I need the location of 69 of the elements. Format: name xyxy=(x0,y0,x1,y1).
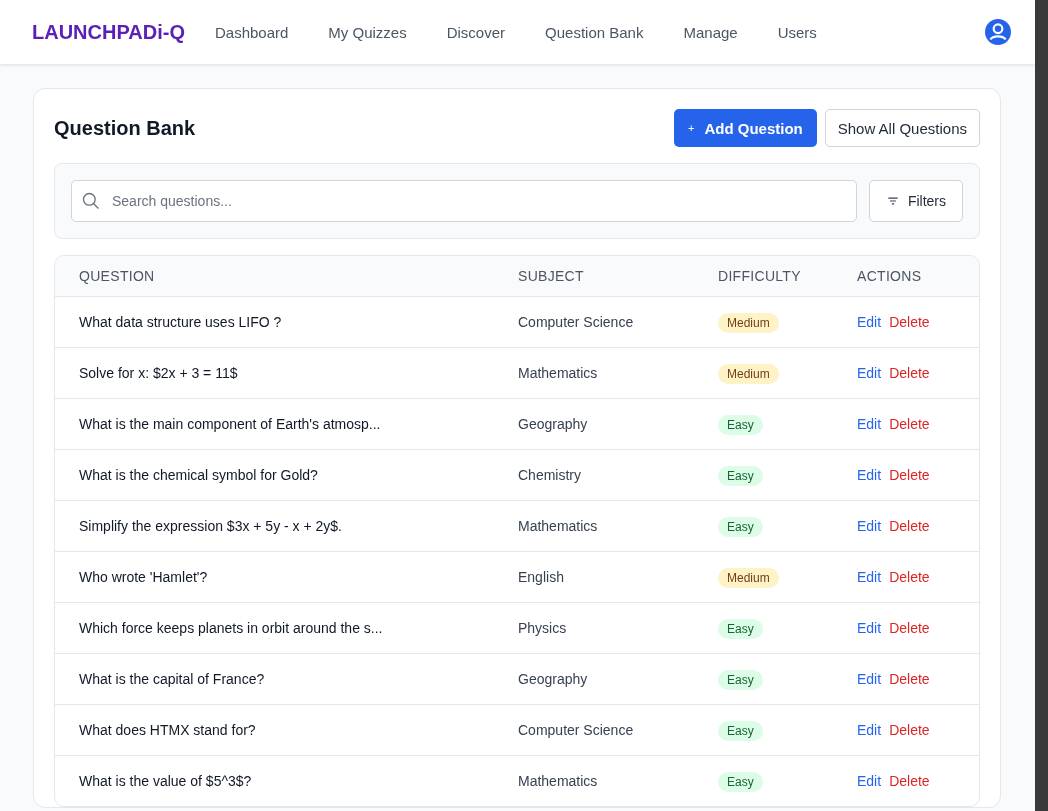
scrollbar[interactable] xyxy=(1035,0,1048,811)
nav-link[interactable]: Users xyxy=(757,23,837,41)
edit-link[interactable]: Edit xyxy=(857,365,882,381)
table-cell-text: Which force keeps planets in orbit around the s... xyxy=(79,620,384,636)
difficulty-badge: Easy xyxy=(718,466,763,486)
delete-link[interactable]: Delete xyxy=(889,467,930,483)
filters-button[interactable]: Filters xyxy=(868,180,963,222)
edit-link[interactable]: Edit xyxy=(857,314,882,330)
page-title: Question Bank xyxy=(54,116,196,140)
table-cell-text: Geography xyxy=(518,416,589,432)
column-header: ACTIONS xyxy=(857,268,923,284)
show-all-questions-button[interactable]: Show All Questions xyxy=(824,109,980,147)
difficulty-badge: Easy xyxy=(718,670,763,690)
delete-link[interactable]: Delete xyxy=(889,620,930,636)
nav-link[interactable]: My Quizzes xyxy=(308,23,427,41)
column-header: SUBJECT xyxy=(518,268,585,284)
table-cell-text: Chemistry xyxy=(518,467,582,483)
table-cell-text: Solve for x: $2x + 3 = 11$ xyxy=(79,365,239,381)
delete-link[interactable]: Delete xyxy=(889,314,930,330)
table-cell-text: Mathematics xyxy=(518,518,599,534)
delete-link[interactable]: Delete xyxy=(889,671,930,687)
table-cell-text: What is the value of $5^3$? xyxy=(79,773,253,789)
delete-link[interactable]: Delete xyxy=(889,416,930,432)
difficulty-badge: Medium xyxy=(718,364,779,384)
edit-link[interactable]: Edit xyxy=(857,416,882,432)
delete-link[interactable]: Delete xyxy=(889,518,930,534)
edit-link[interactable]: Edit xyxy=(857,773,882,789)
delete-link[interactable]: Delete xyxy=(889,773,930,789)
delete-link[interactable]: Delete xyxy=(889,365,930,381)
table-cell-text: Computer Science xyxy=(518,722,635,738)
table-cell-text: What is the main component of Earth's atmosp... xyxy=(79,416,382,432)
table-cell-text: Computer Science xyxy=(518,314,635,330)
brand-logo[interactable]: LAUNCHPADi-Q xyxy=(32,20,185,44)
column-header: QUESTION xyxy=(79,268,156,284)
difficulty-badge: Easy xyxy=(718,721,763,741)
table-cell-text: What is the chemical symbol for Gold? xyxy=(79,467,319,483)
nav-link[interactable]: Dashboard xyxy=(194,23,309,41)
difficulty-badge: Medium xyxy=(718,568,779,588)
filter-icon xyxy=(885,194,900,208)
nav-link[interactable]: Question Bank xyxy=(525,23,664,41)
table-cell-text: English xyxy=(518,569,565,585)
nav-link[interactable]: Manage xyxy=(663,23,758,41)
table-cell-text: What data structure uses LIFO ? xyxy=(79,314,283,330)
table-cell-text: Mathematics xyxy=(518,773,599,789)
nav-link[interactable]: Discover xyxy=(426,23,526,41)
table-cell-text: Who wrote 'Hamlet'? xyxy=(79,569,209,585)
column-header: DIFFICULTY xyxy=(718,268,802,284)
delete-link[interactable]: Delete xyxy=(889,569,930,585)
table-cell-text: Physics xyxy=(518,620,568,636)
difficulty-badge: Medium xyxy=(718,313,779,333)
table-cell-text: Geography xyxy=(518,671,589,687)
search-field[interactable]: Search questions... xyxy=(71,180,857,222)
table-cell-text: What does HTMX stand for? xyxy=(79,722,257,738)
add-question-button[interactable]: + Add Question xyxy=(674,109,817,147)
table-cell-text: Mathematics xyxy=(518,365,599,381)
edit-link[interactable]: Edit xyxy=(857,722,882,738)
edit-link[interactable]: Edit xyxy=(857,620,882,636)
edit-link[interactable]: Edit xyxy=(857,467,882,483)
difficulty-badge: Easy xyxy=(718,772,763,792)
edit-link[interactable]: Edit xyxy=(857,569,882,585)
table-cell-text: Simplify the expression $3x + 5y - x + 2y$. xyxy=(79,518,343,534)
difficulty-badge: Easy xyxy=(718,415,763,435)
edit-link[interactable]: Edit xyxy=(857,518,882,534)
user-avatar-icon[interactable] xyxy=(985,19,1011,45)
edit-link[interactable]: Edit xyxy=(857,671,882,687)
difficulty-badge: Easy xyxy=(718,517,763,537)
delete-link[interactable]: Delete xyxy=(889,722,930,738)
table-cell-text: What is the capital of France? xyxy=(79,671,266,687)
difficulty-badge: Easy xyxy=(718,619,763,639)
